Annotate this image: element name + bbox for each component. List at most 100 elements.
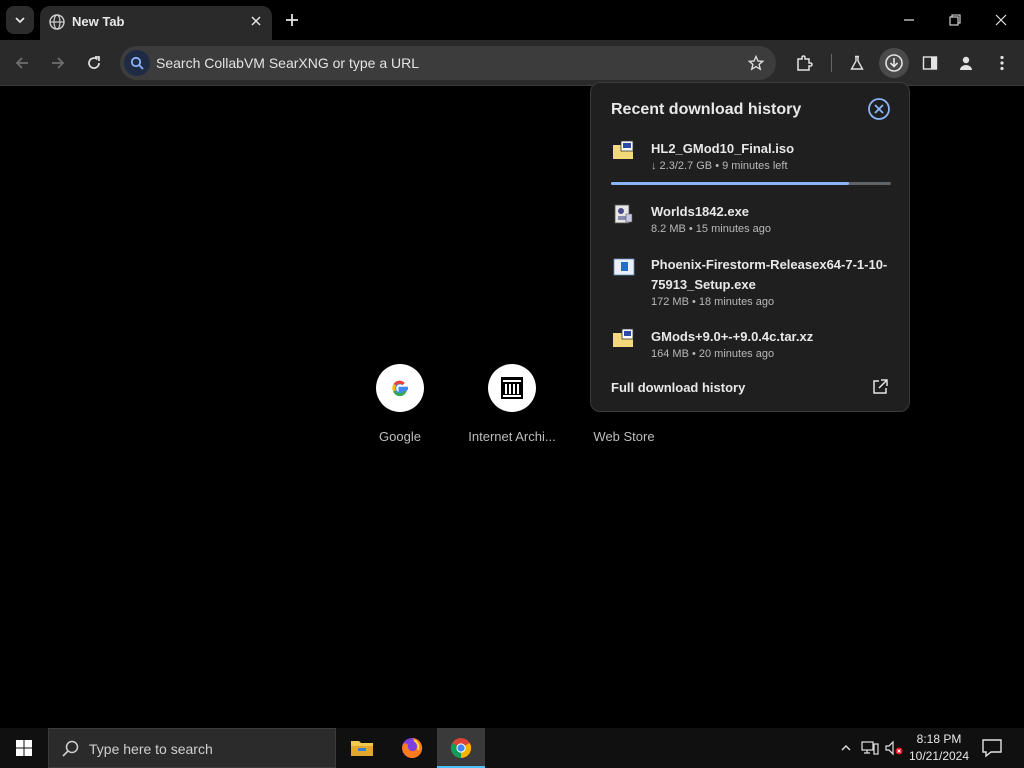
archive-temple-icon — [501, 377, 523, 399]
extensions-button[interactable] — [790, 49, 818, 77]
side-panel-icon — [922, 56, 938, 70]
archive-file-icon — [613, 328, 634, 347]
download-progress-track — [611, 182, 891, 185]
puzzle-icon — [797, 55, 813, 71]
arrow-right-icon — [52, 57, 65, 69]
network-tray-button[interactable] — [860, 738, 880, 758]
download-item[interactable]: Worlds1842.exe 8.2 MB • 15 minutes ago — [611, 202, 901, 238]
chevron-up-icon — [841, 745, 851, 751]
close-circle-icon — [868, 98, 890, 120]
iso-file-icon — [613, 140, 634, 159]
installer-file-icon — [613, 258, 635, 276]
search-engine-icon — [124, 50, 150, 76]
reload-button[interactable] — [80, 49, 108, 77]
toolbar-separator — [831, 54, 832, 72]
new-tab-button[interactable] — [280, 8, 304, 32]
shortcut-label: Internet Archi... — [468, 429, 556, 444]
download-item[interactable]: Phoenix-Firestorm-Releasex64-7-1-10-7591… — [611, 255, 901, 311]
search-icon — [62, 740, 79, 757]
firefox-taskbar-button[interactable] — [388, 728, 436, 768]
chevron-down-icon — [15, 17, 25, 24]
folder-icon — [351, 741, 373, 756]
exe-file-icon — [614, 204, 633, 224]
labs-button[interactable] — [843, 49, 871, 77]
back-button[interactable] — [8, 49, 36, 77]
chrome-taskbar-button[interactable] — [437, 728, 485, 768]
bookmark-star-button[interactable] — [746, 53, 766, 73]
download-filename: Phoenix-Firestorm-Releasex64-7-1-10-7591… — [651, 257, 888, 292]
start-button[interactable] — [0, 728, 48, 768]
shortcut-icon-bg — [488, 364, 536, 412]
tab-strip: New Tab — [0, 0, 1024, 40]
download-meta: 8.2 MB • 15 minutes ago — [651, 223, 772, 235]
download-item[interactable]: HL2_GMod10_Final.iso ↓ 2.3/2.7 GB • 9 mi… — [611, 139, 901, 187]
kebab-menu-icon — [1000, 55, 1004, 71]
file-explorer-taskbar-button[interactable] — [338, 728, 386, 768]
panel-title: Recent download history — [611, 101, 802, 118]
download-item[interactable]: GMods+9.0+-+9.0.4c.tar.xz 164 MB • 20 mi… — [611, 327, 901, 363]
show-hidden-icons-button[interactable] — [836, 738, 856, 758]
flask-icon — [850, 55, 864, 70]
clock-date: 10/21/2024 — [908, 749, 970, 763]
open-external-button[interactable] — [871, 378, 889, 396]
tab-title: New Tab — [72, 14, 125, 29]
minimize-button[interactable] — [886, 0, 932, 40]
shortcut-icon-bg — [376, 364, 424, 412]
reload-icon — [88, 56, 100, 69]
arrow-left-icon — [15, 57, 28, 69]
firefox-icon — [402, 737, 423, 758]
toolbar — [0, 40, 1024, 86]
shortcut-label: Web Store — [593, 429, 655, 444]
shortcut-google[interactable]: Google — [352, 364, 448, 444]
profile-button[interactable] — [952, 49, 980, 77]
windows-logo-icon — [16, 740, 32, 756]
restore-button[interactable] — [932, 0, 978, 40]
taskbar-search-placeholder: Type here to search — [89, 741, 213, 757]
address-input[interactable] — [156, 46, 736, 80]
close-window-button[interactable] — [978, 0, 1024, 40]
star-icon — [748, 55, 764, 71]
downloads-button[interactable] — [879, 48, 909, 78]
menu-button[interactable] — [988, 49, 1016, 77]
google-icon — [392, 380, 408, 397]
chrome-icon — [450, 738, 472, 759]
minimize-icon — [904, 19, 914, 21]
notification-icon — [982, 739, 1002, 758]
shortcut-internet-archive[interactable]: Internet Archi... — [464, 364, 560, 444]
network-icon — [861, 741, 879, 755]
search-icon — [130, 56, 144, 70]
restore-icon — [949, 14, 961, 26]
clock-time: 8:18 PM — [916, 732, 962, 746]
taskbar: Type here to search 8:18 PM 10/21/2024 — [0, 728, 1024, 768]
download-filename: GMods+9.0+-+9.0.4c.tar.xz — [651, 329, 814, 344]
panel-close-button[interactable] — [867, 97, 891, 121]
omnibox[interactable] — [120, 46, 776, 80]
download-history-panel: Recent download history HL2_GMod10_Final… — [590, 82, 910, 412]
close-icon — [995, 14, 1007, 26]
forward-button[interactable] — [44, 49, 72, 77]
screen: New Tab Search CollabVM SearXNG or type … — [0, 0, 1024, 768]
shortcut-label: Google — [379, 429, 421, 444]
taskbar-clock[interactable]: 8:18 PM 10/21/2024 — [906, 731, 972, 765]
open-external-icon — [873, 379, 888, 394]
globe-icon — [49, 14, 65, 30]
person-icon — [960, 56, 972, 70]
plus-icon — [286, 14, 298, 26]
speaker-muted-icon — [885, 740, 903, 756]
action-center-button[interactable] — [980, 736, 1004, 760]
download-meta: 172 MB • 18 minutes ago — [651, 296, 775, 308]
full-download-history-link[interactable]: Full download history — [611, 380, 745, 395]
download-filename: Worlds1842.exe — [651, 204, 750, 219]
tab-new-tab[interactable]: New Tab — [40, 6, 272, 40]
tab-search-button[interactable] — [6, 6, 34, 34]
download-meta: 164 MB • 20 minutes ago — [651, 348, 775, 360]
tab-close-button[interactable] — [246, 11, 266, 31]
close-icon — [251, 16, 261, 26]
side-panel-button[interactable] — [916, 49, 944, 77]
download-meta: ↓ 2.3/2.7 GB • 9 minutes left — [651, 160, 788, 172]
download-icon — [885, 54, 903, 72]
volume-tray-button[interactable] — [884, 738, 904, 758]
download-filename: HL2_GMod10_Final.iso — [651, 141, 795, 156]
download-progress-fill — [611, 182, 849, 185]
taskbar-search-box[interactable]: Type here to search — [48, 728, 336, 768]
